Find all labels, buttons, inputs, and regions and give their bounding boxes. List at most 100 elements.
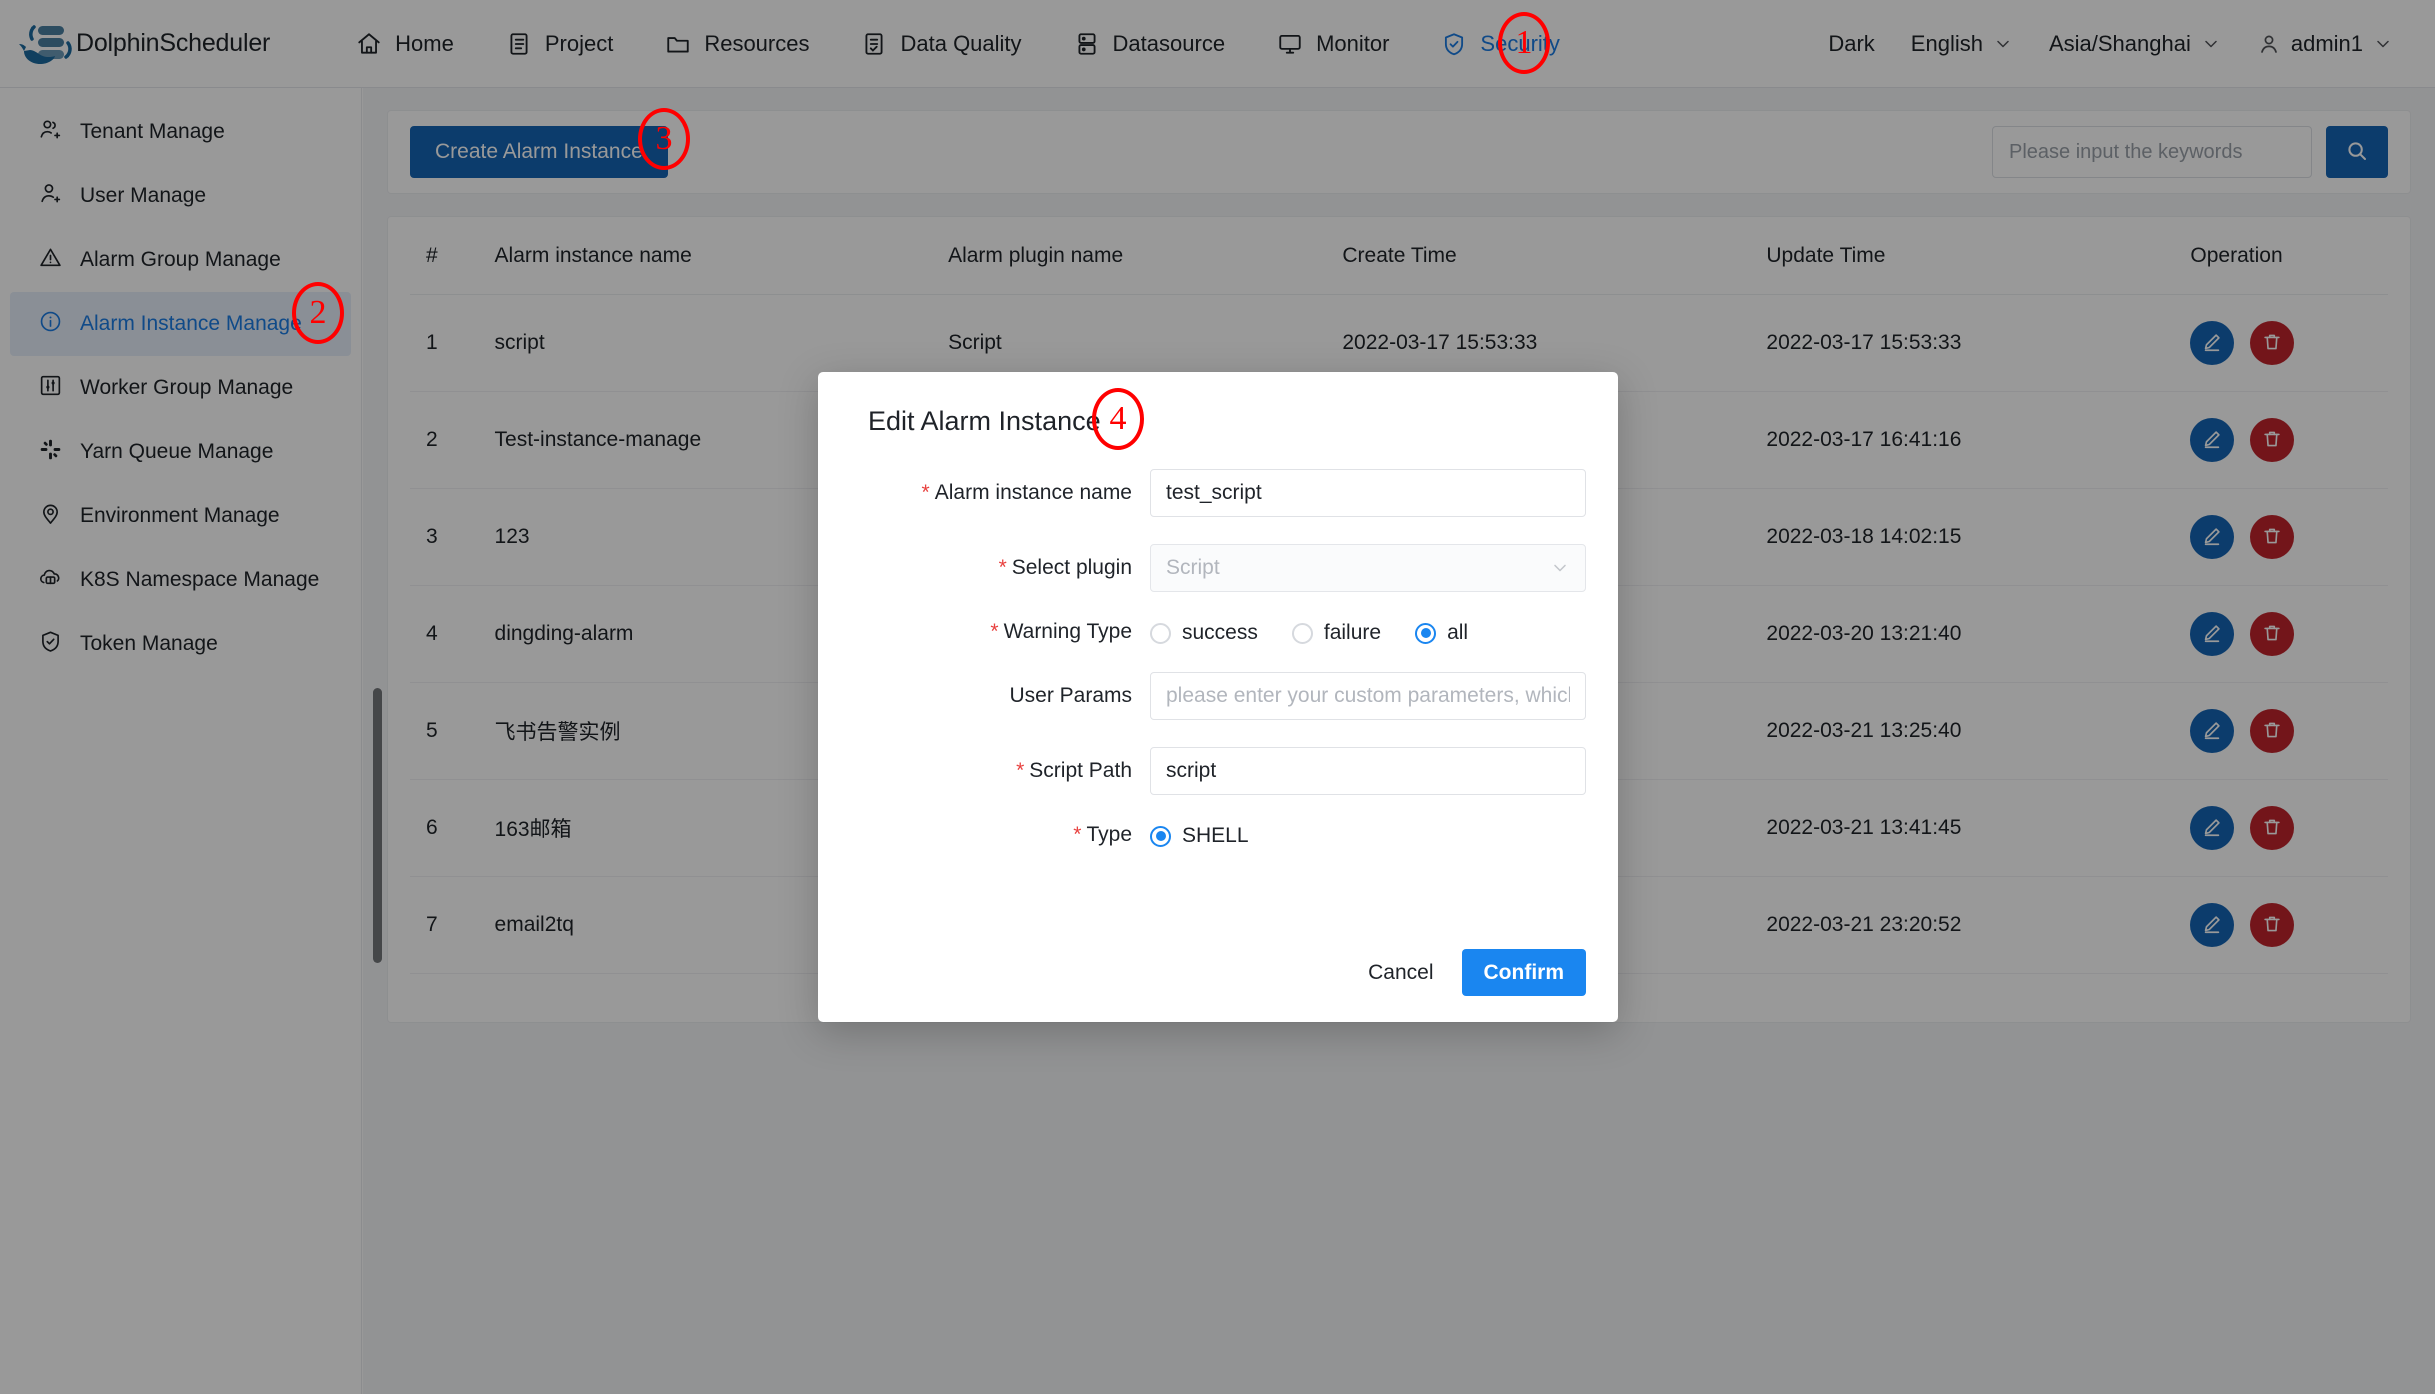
nav-item-resources[interactable]: Resources	[639, 0, 835, 88]
sidebar-item-worker-group-manage[interactable]: Worker Group Manage	[10, 356, 351, 420]
radio-circle-icon	[1150, 623, 1171, 644]
pencil-icon	[2201, 816, 2223, 841]
monitor-icon	[1277, 31, 1303, 57]
pencil-icon	[2201, 331, 2223, 356]
top-nav-right: Dark English Asia/Shanghai admin1	[1810, 31, 2435, 57]
sidebar-item-environment-manage[interactable]: Environment Manage	[10, 484, 351, 548]
cell-operation	[2190, 489, 2388, 586]
cell-operation	[2190, 780, 2388, 877]
user-icon	[38, 181, 63, 212]
cell-index: 6	[410, 780, 495, 877]
language-selector[interactable]: English	[1893, 31, 2031, 57]
theme-label: Dark	[1828, 31, 1874, 57]
user-name-label: admin1	[2291, 31, 2363, 57]
nav-item-project[interactable]: Project	[480, 0, 639, 88]
nav-item-home[interactable]: Home	[330, 0, 480, 88]
type-radio-group: SHELL	[1150, 822, 1586, 848]
label-text: User Params	[1009, 684, 1132, 707]
sidebar-item-label: Yarn Queue Manage	[80, 440, 273, 464]
column-header-create-time: Create Time	[1342, 217, 1766, 295]
label-select-plugin: *Select plugin	[850, 556, 1150, 580]
top-navigation-bar: DolphinScheduler Home Project Resources	[0, 0, 2435, 88]
search-input[interactable]	[1992, 126, 2312, 178]
delete-row-button[interactable]	[2250, 903, 2294, 947]
delete-row-button[interactable]	[2250, 709, 2294, 753]
token-shield-icon	[38, 629, 63, 660]
cell-index: 4	[410, 586, 495, 683]
sidebar-item-label: Worker Group Manage	[80, 376, 293, 400]
delete-row-button[interactable]	[2250, 612, 2294, 656]
form-row-alarm-instance-name: *Alarm instance name	[850, 469, 1586, 517]
nav-item-monitor[interactable]: Monitor	[1251, 0, 1415, 88]
timezone-selector[interactable]: Asia/Shanghai	[2031, 31, 2239, 57]
nav-item-data-quality[interactable]: Data Quality	[835, 0, 1047, 88]
search-button[interactable]	[2326, 126, 2388, 178]
sidebar-item-tenant-manage[interactable]: Tenant Manage	[10, 100, 351, 164]
script-path-input[interactable]	[1150, 747, 1586, 795]
nav-item-label: Datasource	[1113, 31, 1226, 57]
edit-row-button[interactable]	[2190, 321, 2234, 365]
k8s-icon	[38, 565, 63, 596]
delete-row-button[interactable]	[2250, 418, 2294, 462]
pencil-icon	[2201, 622, 2223, 647]
nav-item-datasource[interactable]: Datasource	[1048, 0, 1252, 88]
edit-row-button[interactable]	[2190, 903, 2234, 947]
sidebar-item-token-manage[interactable]: Token Manage	[10, 612, 351, 676]
cancel-button[interactable]: Cancel	[1362, 953, 1439, 993]
theme-toggle[interactable]: Dark	[1810, 31, 1892, 57]
sidebar-item-k8s-namespace-manage[interactable]: K8S Namespace Manage	[10, 548, 351, 612]
nav-item-label: Resources	[704, 31, 809, 57]
required-asterisk: *	[1073, 823, 1081, 846]
delete-row-button[interactable]	[2250, 515, 2294, 559]
sidebar-item-yarn-queue-manage[interactable]: Yarn Queue Manage	[10, 420, 351, 484]
cell-update-time: 2022-03-21 13:41:45	[1766, 780, 2190, 877]
edit-row-button[interactable]	[2190, 515, 2234, 559]
alarm-instance-name-input[interactable]	[1150, 469, 1586, 517]
delete-row-button[interactable]	[2250, 321, 2294, 365]
annotation-marker-3: 3	[638, 108, 690, 170]
label-type: *Type	[850, 823, 1150, 847]
search-icon	[2345, 139, 2369, 166]
avatar-user-icon	[2257, 32, 2281, 56]
trash-icon	[2261, 525, 2283, 550]
select-plugin-dropdown[interactable]: Script	[1150, 544, 1586, 592]
warning-type-radio-all[interactable]: all	[1415, 621, 1468, 645]
edit-row-button[interactable]	[2190, 418, 2234, 462]
cell-index: 7	[410, 877, 495, 974]
warning-type-radio-success[interactable]: success	[1150, 621, 1258, 645]
delete-row-button[interactable]	[2250, 806, 2294, 850]
create-alarm-instance-button[interactable]: Create Alarm Instance	[410, 126, 668, 178]
trash-icon	[2261, 331, 2283, 356]
cell-operation	[2190, 683, 2388, 780]
required-asterisk: *	[922, 481, 930, 504]
cell-index: 3	[410, 489, 495, 586]
user-params-input[interactable]	[1150, 672, 1586, 720]
pencil-icon	[2201, 525, 2223, 550]
folder-icon	[665, 31, 691, 57]
edit-row-button[interactable]	[2190, 709, 2234, 753]
warning-type-radio-failure[interactable]: failure	[1292, 621, 1381, 645]
nav-item-label: Monitor	[1316, 31, 1389, 57]
brand[interactable]: DolphinScheduler	[18, 21, 270, 67]
content-scrollbar[interactable]	[373, 688, 382, 963]
sidebar-item-label: K8S Namespace Manage	[80, 568, 319, 592]
nav-item-label: Data Quality	[900, 31, 1021, 57]
warning-type-radio-group: success failure all	[1150, 619, 1586, 645]
column-header-plugin-name: Alarm plugin name	[948, 217, 1342, 295]
confirm-button[interactable]: Confirm	[1462, 949, 1587, 996]
brand-name: DolphinScheduler	[76, 29, 270, 58]
edit-row-button[interactable]	[2190, 612, 2234, 656]
type-radio-shell[interactable]: SHELL	[1150, 824, 1249, 848]
sidebar-item-label: Token Manage	[80, 632, 218, 656]
edit-row-button[interactable]	[2190, 806, 2234, 850]
user-menu[interactable]: admin1	[2239, 31, 2411, 57]
radio-label: failure	[1324, 621, 1381, 645]
sidebar-item-alarm-group-manage[interactable]: Alarm Group Manage	[10, 228, 351, 292]
sidebar-item-user-manage[interactable]: User Manage	[10, 164, 351, 228]
cell-operation	[2190, 877, 2388, 974]
nav-item-label: Home	[395, 31, 454, 57]
radio-circle-selected-icon	[1415, 623, 1436, 644]
pencil-icon	[2201, 719, 2223, 744]
label-text: Type	[1086, 823, 1132, 846]
home-icon	[356, 31, 382, 57]
